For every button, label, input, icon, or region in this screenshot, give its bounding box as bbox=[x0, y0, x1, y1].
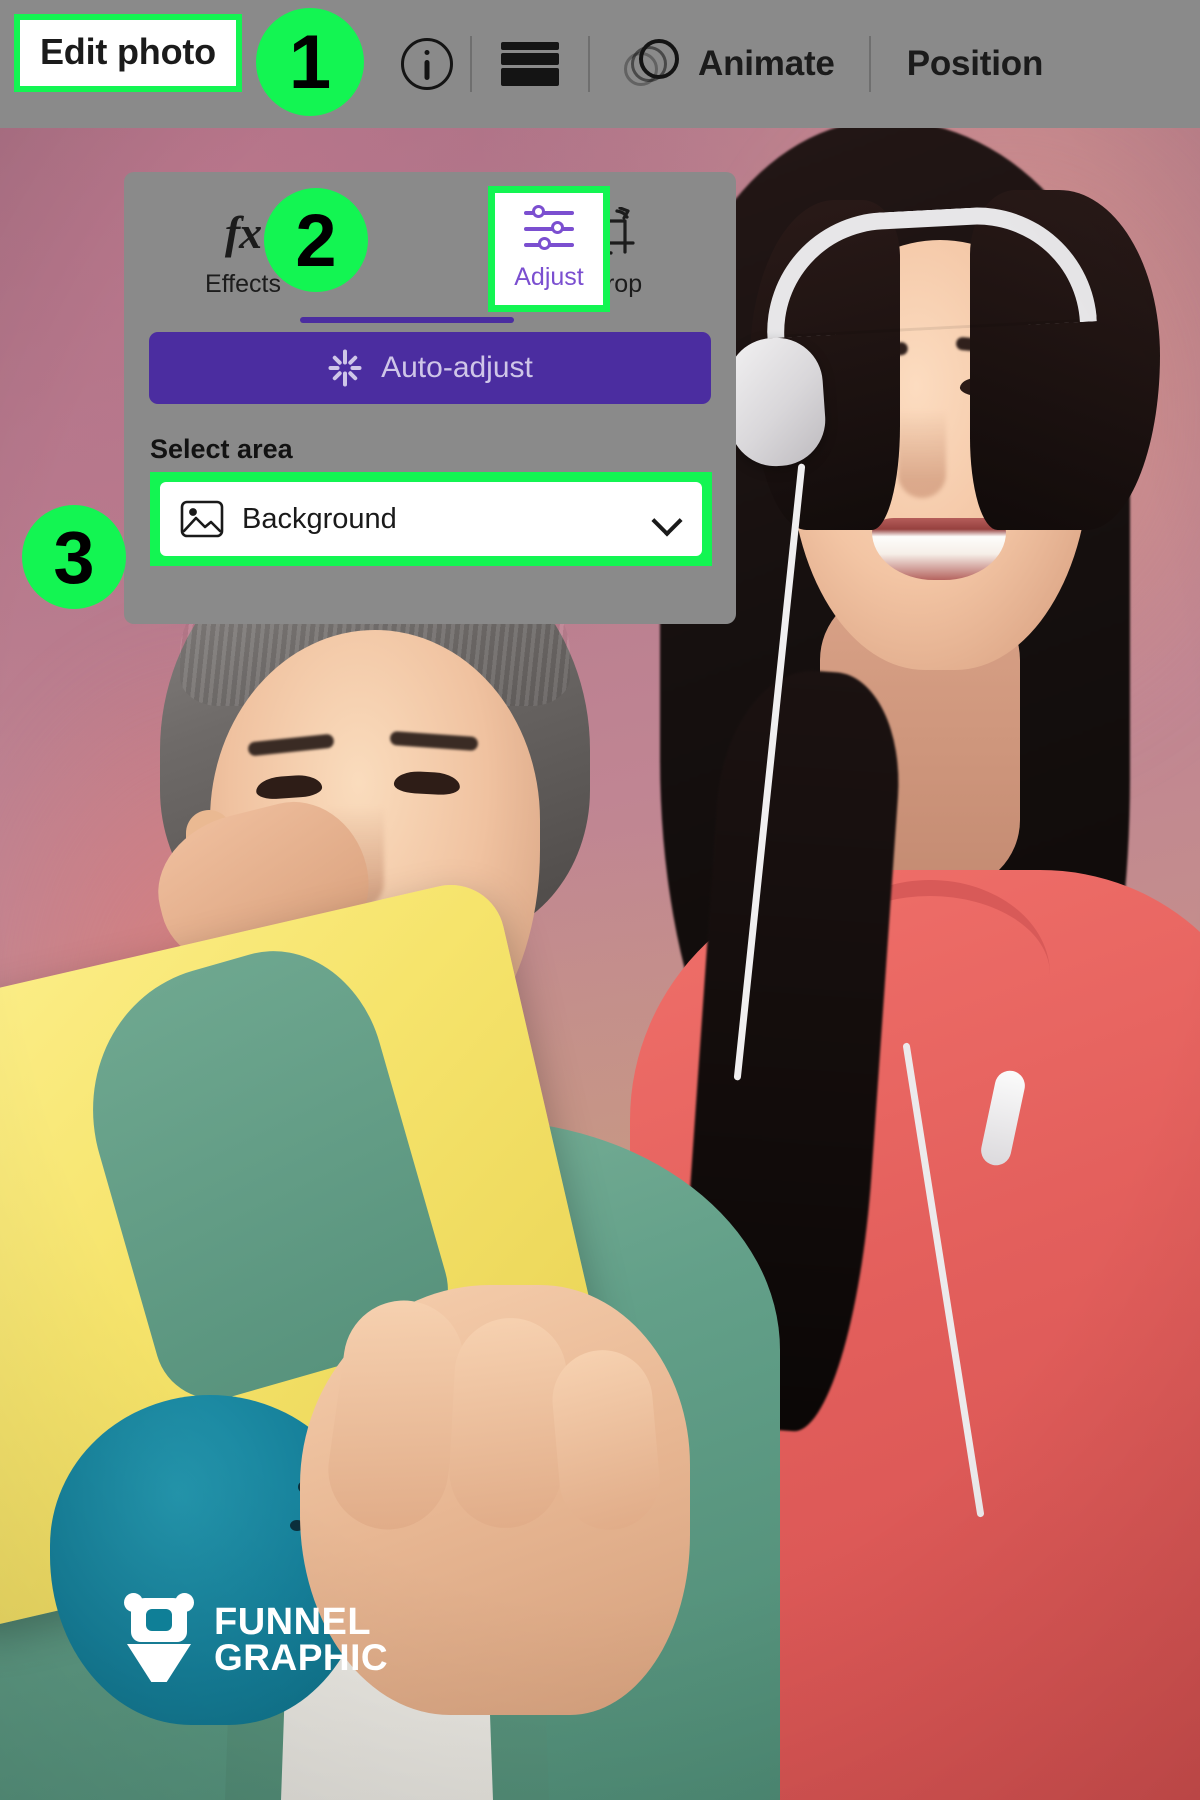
watermark-line-2: GRAPHIC bbox=[214, 1637, 389, 1679]
fx-icon: fx bbox=[224, 206, 262, 258]
watermark-text: FUNNEL GRAPHIC bbox=[214, 1601, 389, 1679]
info-button[interactable] bbox=[384, 38, 470, 90]
adjust-tab-highlight: Adjust bbox=[488, 186, 610, 312]
screenshot-root: Animate Position Edit photo fx Effects A… bbox=[0, 0, 1200, 1800]
select-area-value: Background bbox=[242, 502, 397, 535]
select-area-dropdown[interactable]: Background bbox=[160, 482, 702, 556]
step-badge-1: 1 bbox=[256, 8, 364, 116]
active-tab-underline bbox=[300, 317, 514, 323]
sparkle-icon bbox=[327, 349, 363, 387]
adjust-sliders-icon bbox=[524, 205, 574, 252]
animate-button[interactable]: Animate bbox=[590, 38, 869, 90]
animate-label: Animate bbox=[698, 44, 835, 83]
funnel-graphic-bear-logo bbox=[122, 1593, 196, 1682]
edit-photo-panel: fx Effects Adjust C bbox=[124, 172, 736, 624]
step-badge-2: 2 bbox=[264, 188, 368, 292]
tab-adjust-label: Adjust bbox=[514, 263, 584, 291]
animate-icon bbox=[624, 38, 680, 90]
watermark-funnel-graphic: FUNNEL GRAPHIC bbox=[122, 1593, 389, 1682]
tab-adjust-active[interactable]: Adjust bbox=[495, 193, 603, 305]
edit-photo-button[interactable]: Edit photo bbox=[20, 20, 236, 86]
chevron-down-icon[interactable] bbox=[654, 506, 680, 532]
info-icon bbox=[401, 38, 453, 90]
edit-photo-highlight: Edit photo bbox=[14, 14, 242, 92]
auto-adjust-button[interactable]: Auto-adjust bbox=[149, 332, 711, 404]
position-button[interactable]: Position bbox=[871, 44, 1079, 84]
picture-icon bbox=[180, 500, 224, 538]
auto-adjust-label: Auto-adjust bbox=[381, 351, 533, 384]
watermark-line-1: FUNNEL bbox=[214, 1601, 372, 1643]
select-area-label: Select area bbox=[150, 434, 293, 464]
edit-photo-label: Edit photo bbox=[40, 31, 216, 72]
transparency-icon bbox=[501, 42, 559, 86]
panel-tab-bar: fx Effects Adjust C bbox=[124, 172, 736, 323]
tab-effects-label: Effects bbox=[205, 270, 281, 298]
step-badge-3: 3 bbox=[22, 505, 126, 609]
position-label: Position bbox=[906, 44, 1044, 83]
transparency-button[interactable] bbox=[472, 42, 588, 86]
select-area-highlight: Background bbox=[150, 472, 712, 566]
